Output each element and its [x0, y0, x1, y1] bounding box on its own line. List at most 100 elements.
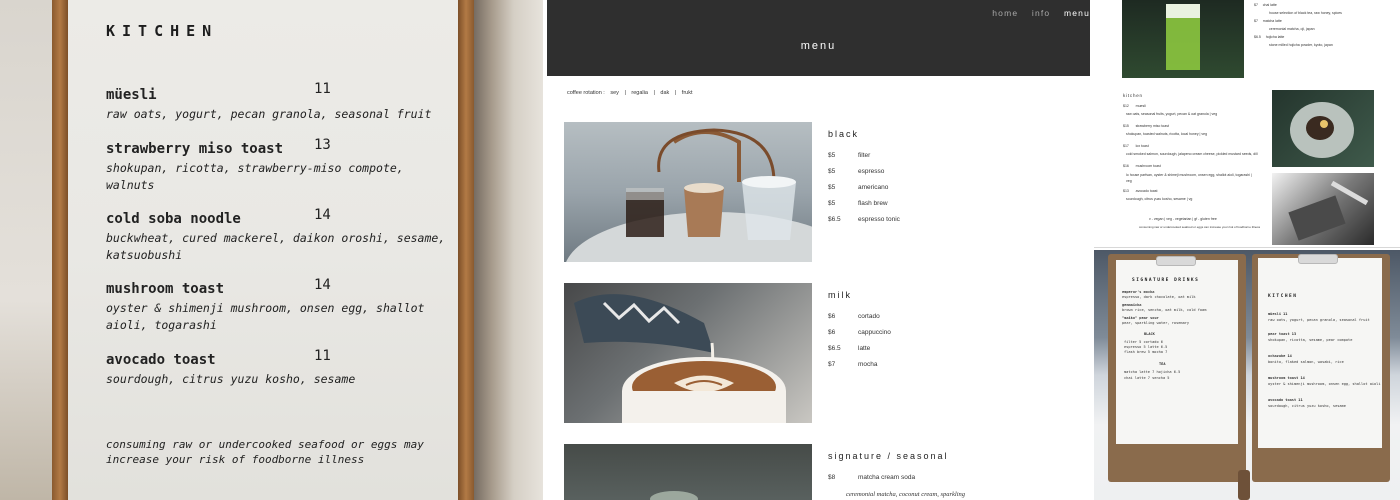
website-kitchen-snapshot: $7 chai latte house selection of black t… [1094, 0, 1400, 248]
item-name: filter [858, 152, 871, 159]
paper-menu-item: strawberry miso toast 13 shokupan, ricot… [106, 137, 451, 194]
right-board-line: pear toast 13 [1268, 332, 1297, 336]
right-board-line: müesli 11 [1268, 312, 1288, 316]
clip-left [1156, 256, 1196, 266]
coffee-rotation: coffee rotation : sey | regalia | dak | … [567, 90, 697, 96]
paper-menu-item: müesli 11 raw oats, yogurt, pecan granol… [106, 81, 451, 123]
photo-background-left [0, 0, 60, 500]
section-title-milk: milk [828, 290, 852, 300]
left-board-line: genmaicha [1122, 303, 1142, 307]
item-description: ceremonial matcha, coconut cream, sparkl… [846, 491, 966, 498]
paper-item-name: avocado toast [106, 352, 216, 368]
line-text: matcha latte [1262, 19, 1282, 23]
line-price: $6.5 [1254, 35, 1261, 39]
kitchen-menu-photo: KITCHEN müesli 11 raw oats, yogurt, peca… [0, 0, 543, 500]
matcha-illustration [1166, 4, 1200, 70]
right-board-line: sourdough, citrus yuzu kosho, sesame [1268, 404, 1346, 408]
snapshot-item-desc: raw oats, seasonal fruits, yogurt, pecan… [1126, 112, 1218, 116]
left-board-line: TEA [1159, 362, 1166, 366]
line-price: $16 [1123, 164, 1129, 168]
item-price: $5 [828, 184, 836, 191]
snapshot-item: $12 muesli [1123, 104, 1146, 108]
snapshot-item-desc: lo house parfsan, oyster & shimeji mushr… [1126, 173, 1252, 183]
line-text: lox toast [1135, 144, 1149, 148]
right-board-title: KITCHEN [1268, 294, 1298, 299]
item-name: espresso tonic [858, 216, 900, 223]
snapshot-item-desc: shokupan, toasted walnuts, ricotta, loca… [1126, 132, 1208, 136]
toast-illustration [1288, 180, 1369, 241]
right-board-line: shokupan, ricotta, sesame, pear compote [1268, 338, 1353, 342]
snapshot-kitchen-title: kitchen [1123, 93, 1143, 98]
right-board-line: bonito, flaked salmon, wasabi, rice [1268, 360, 1344, 364]
section-title-black: black [828, 129, 860, 139]
line-text: mushroom toast [1135, 164, 1161, 168]
left-board-title: SIGNATURE DRINKS [1132, 278, 1200, 283]
snapshot-line: $7 matcha latte [1254, 19, 1282, 23]
menu-boards-photo: SIGNATURE DRINKS emperor's mocha espress… [1094, 250, 1400, 500]
kitchen-dish-photo [1272, 90, 1374, 167]
left-board-line: "maiko" pear sour [1122, 316, 1159, 320]
rotation-label: coffee rotation : [567, 90, 605, 96]
snapshot-line: $6.5 hojicha latte [1254, 35, 1284, 39]
line-text: avocado toast [1135, 189, 1158, 193]
wood-frame-right [458, 0, 474, 500]
latte-illustration [574, 294, 786, 423]
latte-art-photo [564, 283, 812, 423]
paper-item-name: mushroom toast [106, 281, 225, 297]
snapshot-line: $7 chai latte [1254, 3, 1277, 7]
item-name: espresso [858, 168, 885, 175]
page-title: menu [800, 40, 837, 52]
line-price: $13 [1123, 189, 1129, 193]
paper-item-name: müesli [106, 87, 157, 103]
item-price: $6 [828, 329, 836, 336]
snapshot-legend: v - vegan | veg - vegetarian | gf - glut… [1149, 217, 1217, 221]
snapshot-legend-note: consuming raw or undercooked seafood or … [1139, 225, 1261, 229]
item-name: flash brew [858, 200, 888, 207]
left-board-line: emperor's mocha [1122, 290, 1155, 294]
left-board-line: filter 5 cortado 6 [1124, 340, 1163, 344]
rotation-item: sey [610, 90, 619, 96]
left-board-line: chai latte 7 sencha 5 [1124, 376, 1170, 380]
nav-link-info[interactable]: info [1032, 8, 1051, 18]
item-name: matcha cream soda [858, 474, 916, 481]
line-price: $7 [1254, 19, 1258, 23]
black-coffee-photo [564, 122, 812, 262]
snapshot-item: $13 avocado toast [1123, 189, 1157, 193]
kitchen-toast-photo [1272, 173, 1374, 245]
right-board-line: mushroom toast 14 [1268, 376, 1305, 380]
signature-drink-photo [564, 444, 812, 500]
item-price: $8 [828, 474, 836, 481]
left-board-line: espresso, dark chocolate, oat milk [1122, 295, 1196, 299]
line-text: chai latte [1262, 3, 1277, 7]
paper-menu-item: cold soba noodle 14 buckwheat, cured mac… [106, 207, 451, 264]
dish-illustration [1290, 102, 1354, 158]
nav-link-home[interactable]: home [992, 8, 1018, 18]
rotation-divider: | [624, 90, 626, 96]
paper-item-desc: oyster & shimenji mushroom, onsen egg, s… [106, 301, 425, 332]
item-name: cappuccino [858, 329, 891, 336]
line-price: $15 [1123, 124, 1129, 128]
line-price: $7 [1254, 3, 1258, 7]
section-title-signature: signature / seasonal [828, 451, 949, 461]
left-board-line: pear, sparkling water, rosemary [1122, 321, 1190, 325]
paper-menu-item: avocado toast 11 sourdough, citrus yuzu … [106, 348, 451, 388]
paper-menu-title: KITCHEN [106, 22, 219, 40]
site-nav: home info menu [982, 8, 1090, 18]
wood-frame-left [52, 0, 68, 500]
line-text: strawberry miso toast [1135, 124, 1169, 128]
rotation-item: frukt [681, 90, 693, 96]
site-header: home info menu menu [547, 0, 1090, 76]
nav-link-menu[interactable]: menu [1064, 8, 1090, 18]
left-board-line: brown rice, sencha, oat milk, cold foam [1122, 308, 1207, 312]
line-price: $12 [1123, 104, 1129, 108]
paper-item-name: strawberry miso toast [106, 141, 284, 157]
right-board-line: ochazuke 14 [1268, 354, 1292, 358]
board-right-paper [1258, 258, 1382, 448]
snapshot-item: $15 strawberry miso toast [1123, 124, 1169, 128]
paper-item-desc: buckwheat, cured mackerel, daikon oroshi… [106, 231, 446, 262]
paper-menu-note: consuming raw or undercooked seafood or … [106, 438, 424, 466]
right-board-line: avocado toast 11 [1268, 398, 1303, 402]
left-board-line: flash brew 5 mocha 7 [1124, 350, 1168, 354]
matcha-photo [1122, 0, 1244, 78]
item-price: $7 [828, 361, 836, 368]
